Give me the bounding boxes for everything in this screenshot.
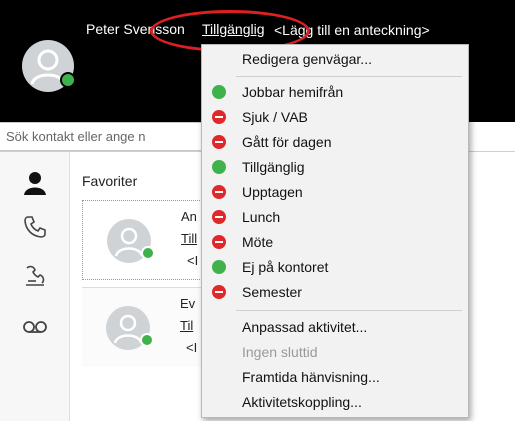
menu-item-status[interactable]: Sjuk / VAB [202, 105, 468, 129]
left-rail [0, 152, 70, 421]
busy-icon [212, 135, 226, 149]
contact-name: An [181, 209, 197, 224]
status-label: Möte [242, 234, 274, 250]
contacts-tab[interactable] [18, 166, 52, 200]
busy-icon [212, 235, 226, 249]
status-label: Tillgänglig [242, 159, 305, 175]
contact-status-link[interactable]: Til [180, 318, 193, 333]
menu-item-no-end-time: Ingen sluttid [242, 344, 318, 360]
presence-dot [141, 246, 155, 260]
person-icon [24, 172, 46, 195]
status-label: Sjuk / VAB [242, 109, 308, 125]
contact-note: <I [186, 340, 198, 355]
available-icon [212, 160, 226, 174]
contact-status-link[interactable]: Till [181, 231, 197, 246]
busy-icon [212, 110, 226, 124]
presence-dot [140, 333, 154, 347]
menu-item-status[interactable]: Upptagen [202, 180, 468, 204]
voicemail-tab[interactable] [18, 310, 52, 344]
menu-separator [236, 76, 462, 77]
presence-menu: Redigera genvägar... Jobbar hemifrån Sju… [201, 44, 469, 418]
menu-item-status[interactable]: Lunch [202, 205, 468, 229]
contact-name: Ev [180, 296, 196, 311]
status-label: Gått för dagen [242, 134, 332, 150]
call-log-icon [26, 265, 45, 286]
presence-dot [60, 72, 76, 88]
busy-icon [212, 185, 226, 199]
status-label: Lunch [242, 209, 281, 225]
available-icon [212, 85, 226, 99]
busy-icon [212, 285, 226, 299]
status-label: Jobbar hemifrån [242, 84, 344, 100]
available-icon [212, 260, 226, 274]
menu-item-status[interactable]: Tillgänglig [202, 155, 468, 179]
menu-item-status[interactable]: Semester [202, 280, 468, 304]
menu-separator [236, 310, 462, 311]
menu-item-future-referral[interactable]: Framtida hänvisning... [202, 365, 468, 389]
favorites-heading: Favoriter [82, 173, 138, 189]
call-log-tab[interactable] [18, 258, 52, 292]
menu-item-custom-activity[interactable]: Anpassad aktivitet... [202, 315, 468, 339]
status-label: Semester [242, 284, 302, 300]
voicemail-icon [23, 321, 47, 333]
menu-item-activity-link[interactable]: Aktivitetskoppling... [202, 390, 468, 414]
busy-icon [212, 210, 226, 224]
calls-tab[interactable] [18, 210, 52, 244]
menu-item-status[interactable]: Ej på kontoret [202, 255, 468, 279]
status-label: Ej på kontoret [242, 259, 329, 275]
search-input[interactable] [0, 122, 230, 151]
status-label: Upptagen [242, 184, 303, 200]
contact-note: <I [187, 253, 199, 268]
menu-item-status[interactable]: Jobbar hemifrån [202, 80, 468, 104]
menu-item-edit-shortcuts[interactable]: Redigera genvägar... [202, 47, 468, 71]
phone-icon [24, 216, 46, 238]
menu-item-status[interactable]: Gått för dagen [202, 130, 468, 154]
menu-item-status[interactable]: Möte [202, 230, 468, 254]
